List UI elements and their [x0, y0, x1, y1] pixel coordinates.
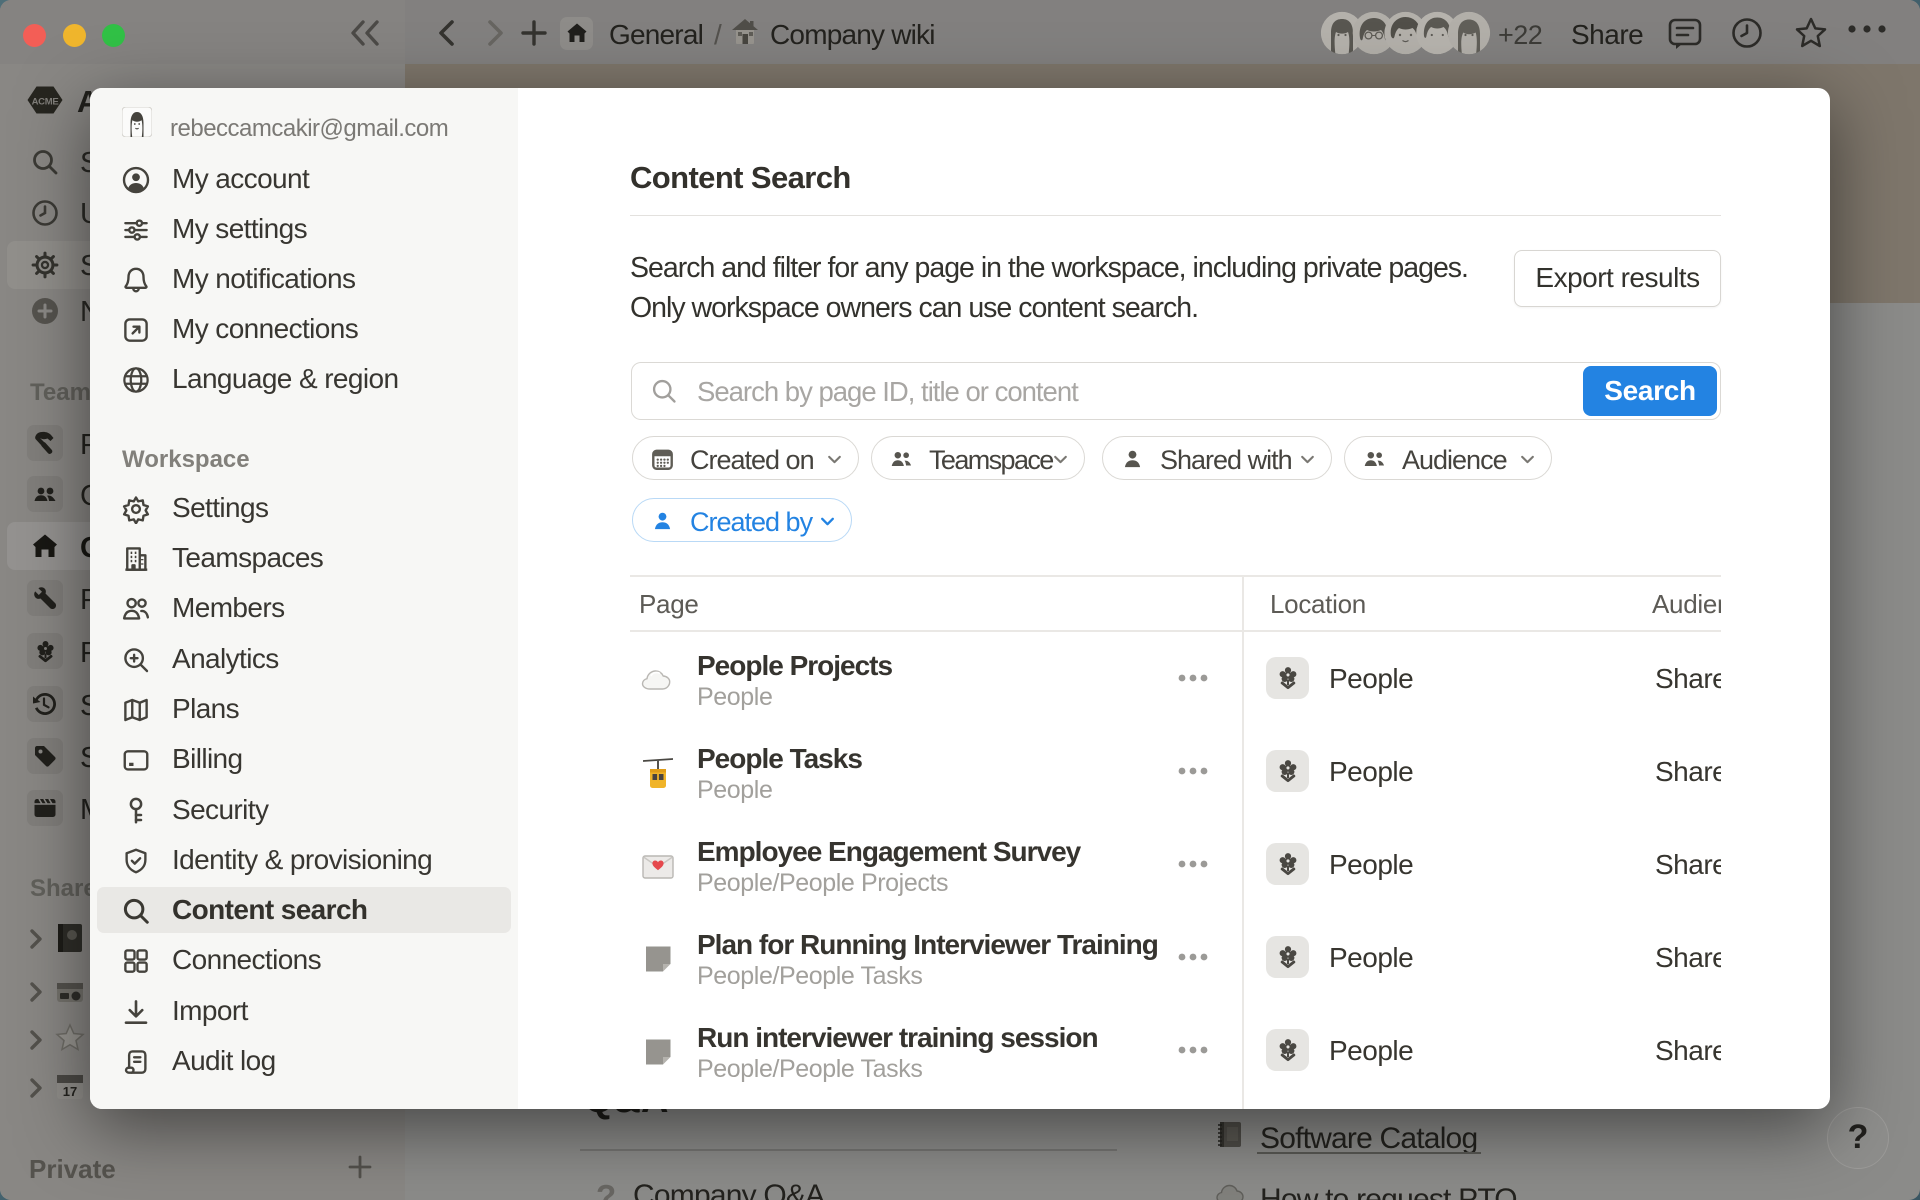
- svg-text:ACME: ACME: [32, 97, 59, 108]
- svg-text:17: 17: [63, 1084, 77, 1099]
